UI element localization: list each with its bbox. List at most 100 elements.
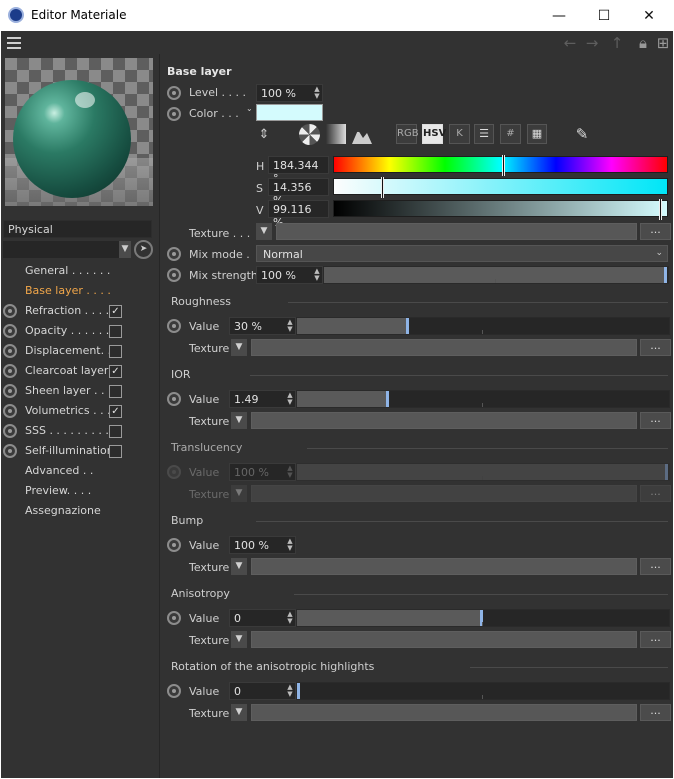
slider-knob[interactable]	[385, 391, 389, 407]
nav-checkbox[interactable]	[109, 385, 122, 398]
texture-slot[interactable]	[251, 339, 637, 356]
mixmode-select[interactable]: Normal ⌄	[256, 245, 668, 262]
nav-item[interactable]: Sheen layer . . . .	[25, 384, 119, 400]
color-animate-radio[interactable]	[167, 107, 181, 121]
nav-item[interactable]: Opacity . . . . . .	[25, 324, 109, 340]
nav-animate-radio[interactable]	[3, 384, 17, 398]
chevron-down-icon[interactable]: ▼	[256, 223, 272, 240]
material-name-field[interactable]: Physical	[3, 220, 152, 238]
saturation-slider[interactable]	[333, 177, 668, 198]
nav-checkbox[interactable]	[109, 325, 122, 338]
slider-knob[interactable]	[664, 267, 667, 283]
nav-item[interactable]: SSS . . . . . . . . .	[25, 424, 109, 440]
value-animate-radio[interactable]	[167, 684, 181, 698]
value-animate-radio[interactable]	[167, 319, 181, 333]
nav-checkbox[interactable]	[109, 445, 122, 458]
nav-item[interactable]: Clearcoat layer	[25, 364, 108, 380]
palette-icon[interactable]: ▦	[527, 124, 547, 144]
texture-slot[interactable]	[251, 558, 637, 575]
chevron-down-icon[interactable]: ▼	[231, 631, 247, 648]
slider-knob[interactable]	[297, 683, 300, 699]
nav-checkbox[interactable]: ✓	[109, 365, 122, 378]
level-spinner[interactable]: ▲ ▼	[313, 86, 321, 100]
base-texture-more-button[interactable]: ...	[640, 223, 671, 240]
texture-more-button[interactable]: ...	[640, 339, 671, 356]
color-mode-button[interactable]: HSV	[422, 124, 446, 144]
brightness-input[interactable]: 99.116 %	[268, 200, 329, 229]
eyedropper-icon[interactable]: ✎	[572, 124, 592, 144]
value-slider[interactable]	[296, 390, 670, 408]
texture-more-button[interactable]: ...	[640, 558, 671, 575]
slider-knob[interactable]	[665, 464, 668, 480]
nav-item[interactable]: Displacement. . .	[25, 344, 118, 360]
nav-animate-radio[interactable]	[3, 304, 17, 318]
nav-animate-radio[interactable]	[3, 324, 17, 338]
minimize-button[interactable]: —	[536, 0, 582, 31]
color-mode-button[interactable]: RGB	[396, 124, 419, 144]
nav-item[interactable]: General . . . . . .	[25, 264, 110, 280]
texture-more-button[interactable]: ...	[640, 631, 671, 648]
value-spinner[interactable]: ▲ ▼	[286, 538, 294, 552]
layer-dropdown[interactable]	[3, 241, 119, 258]
menu-icon[interactable]	[7, 37, 21, 49]
value-slider[interactable]	[296, 317, 670, 335]
color-wheel-icon[interactable]	[299, 124, 320, 145]
chevron-down-icon[interactable]: ▼	[231, 558, 247, 575]
value-slider[interactable]	[296, 609, 670, 627]
mixmode-animate-radio[interactable]	[167, 247, 181, 261]
mixstrength-slider[interactable]	[323, 266, 669, 284]
lock-icon[interactable]: 🔒︎	[634, 35, 652, 51]
level-animate-radio[interactable]	[167, 86, 181, 100]
nav-animate-radio[interactable]	[3, 424, 17, 438]
texture-slot[interactable]	[251, 412, 637, 429]
saturation-input[interactable]: 14.356 %	[268, 178, 329, 207]
slider-knob[interactable]	[406, 318, 409, 334]
hue-input[interactable]: 184.344 °	[268, 156, 329, 185]
value-spinner[interactable]: ▲ ▼	[286, 319, 294, 333]
nav-checkbox[interactable]: ✓	[109, 305, 122, 318]
texture-slot[interactable]	[251, 631, 637, 648]
nav-item[interactable]: Assegnazione	[25, 504, 101, 520]
texture-more-button[interactable]: ...	[640, 704, 671, 721]
value-spinner[interactable]: ▲ ▼	[286, 611, 294, 625]
value-spinner[interactable]: ▲ ▼	[286, 392, 294, 406]
color-mode-button[interactable]: K	[449, 124, 470, 144]
nav-item[interactable]: Preview. . . .	[25, 484, 91, 500]
chevron-down-icon[interactable]: ▼	[231, 412, 247, 429]
maximize-button[interactable]: ☐	[581, 0, 627, 31]
close-button[interactable]: ✕	[626, 0, 672, 31]
texture-more-button[interactable]: ...	[640, 412, 671, 429]
forward-arrow-icon[interactable]: →	[583, 35, 601, 51]
color-expand-icon[interactable]: ⌄	[246, 104, 253, 113]
up-arrow-icon[interactable]: ↑	[608, 35, 626, 51]
chevron-down-icon[interactable]: ▼	[119, 241, 131, 258]
base-texture-slot[interactable]	[276, 223, 637, 240]
chevron-down-icon[interactable]: ▼	[231, 704, 247, 721]
nav-item[interactable]: Advanced . .	[25, 464, 93, 480]
hue-slider[interactable]	[333, 155, 668, 176]
nav-checkbox[interactable]	[109, 425, 122, 438]
nav-item[interactable]: Self-illumination	[25, 444, 114, 460]
compress-icon[interactable]: ⇕	[254, 126, 274, 144]
value-slider[interactable]	[296, 682, 670, 700]
pointer-icon[interactable]: ➤	[134, 240, 153, 259]
slider-marker[interactable]	[501, 155, 505, 176]
color-swatch[interactable]	[256, 104, 323, 121]
brightness-slider[interactable]	[333, 199, 668, 220]
nav-animate-radio[interactable]	[3, 364, 17, 378]
mixstrength-spinner[interactable]: ▲ ▼	[313, 268, 321, 282]
material-preview[interactable]	[5, 58, 153, 206]
slider-marker[interactable]	[659, 199, 663, 220]
mixstrength-animate-radio[interactable]	[167, 268, 181, 282]
slider-marker[interactable]	[381, 177, 385, 198]
nav-item[interactable]: Volumetrics . . .	[25, 404, 111, 420]
value-animate-radio[interactable]	[167, 538, 181, 552]
nav-checkbox[interactable]: ✓	[109, 405, 122, 418]
nav-animate-radio[interactable]	[3, 444, 17, 458]
spectrum-icon[interactable]	[326, 124, 346, 144]
new-window-icon[interactable]: ⊞	[654, 35, 672, 51]
value-animate-radio[interactable]	[167, 611, 181, 625]
chevron-down-icon[interactable]: ▼	[231, 339, 247, 356]
back-arrow-icon[interactable]: ←	[561, 35, 579, 51]
nav-checkbox[interactable]	[109, 345, 122, 358]
